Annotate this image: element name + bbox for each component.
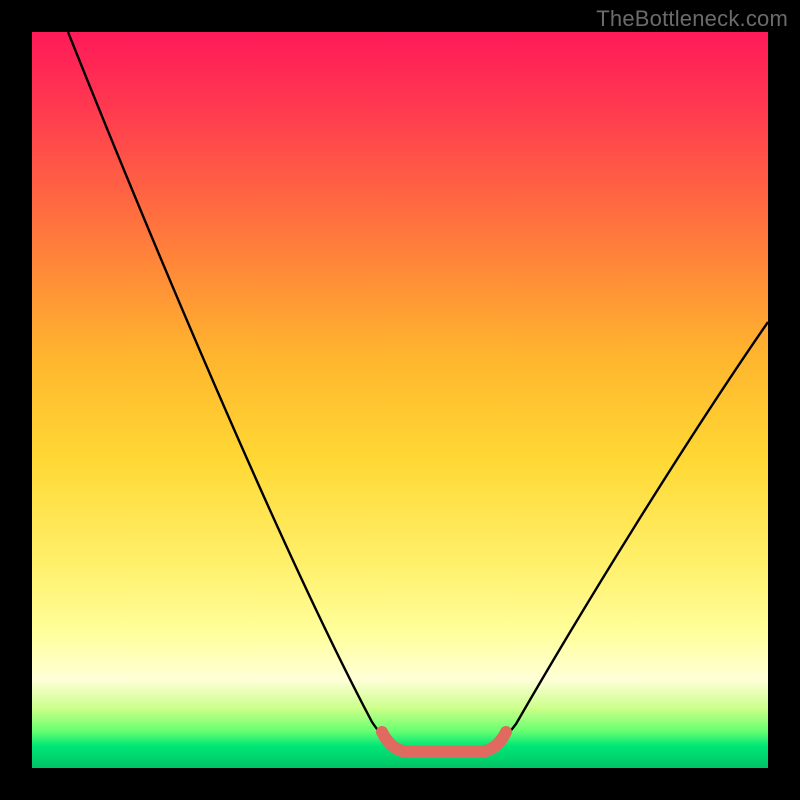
plot-area bbox=[32, 32, 768, 768]
valley-marker bbox=[382, 732, 506, 752]
watermark-text: TheBottleneck.com bbox=[596, 6, 788, 32]
chart-frame: TheBottleneck.com bbox=[0, 0, 800, 800]
curve-layer bbox=[32, 32, 768, 768]
bottleneck-curve bbox=[68, 32, 768, 750]
